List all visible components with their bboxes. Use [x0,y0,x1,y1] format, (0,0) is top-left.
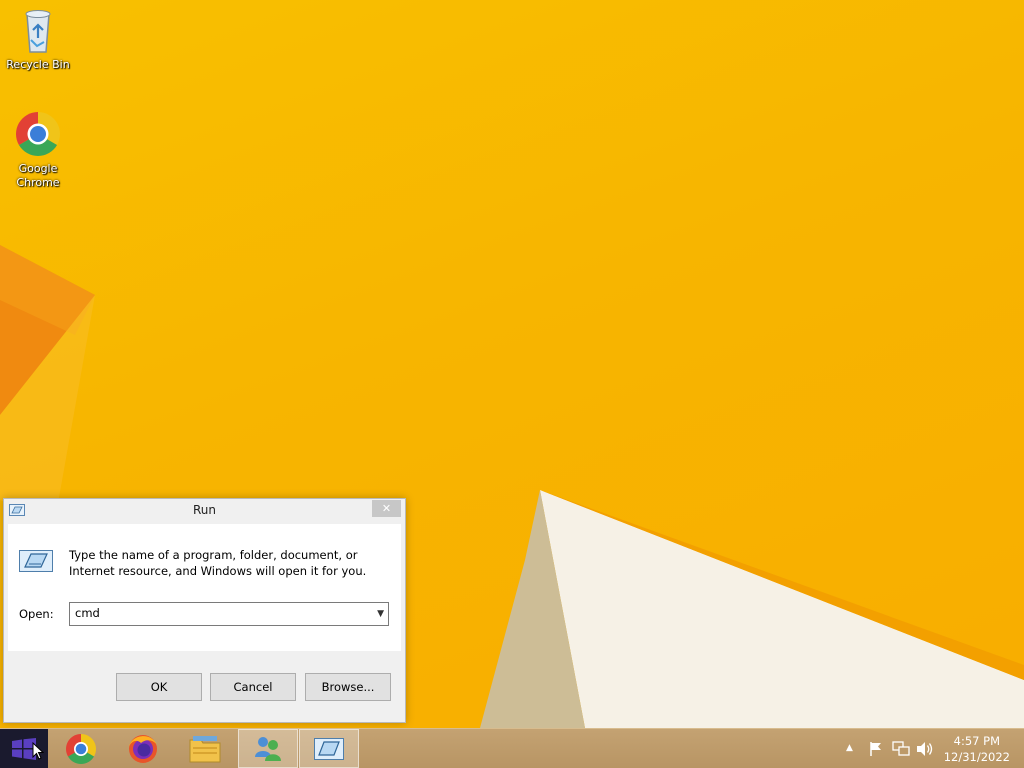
open-input[interactable] [75,606,365,620]
dialog-title: Run [192,503,216,517]
taskbar: ▲ 4:57 PM 12/31/2022 [0,728,1024,768]
cancel-button[interactable]: Cancel [210,673,296,701]
description-line: Internet resource, and Windows will open… [69,564,367,578]
dialog-content: Type the name of a program, folder, docu… [8,524,401,651]
clock-time: 4:57 PM [953,734,1001,748]
clock[interactable]: 4:57 PM 12/31/2022 [944,733,1010,765]
run-dialog: Run ✕ Type the name of a program, folder… [3,498,406,723]
run-icon [19,550,53,572]
ok-button[interactable]: OK [116,673,202,701]
action-center-flag-icon[interactable] [868,741,884,757]
start-button[interactable] [0,729,48,768]
desktop-icon-label-line: Google [18,162,58,175]
dialog-description: Type the name of a program, folder, docu… [69,547,389,579]
description-line: Type the name of a program, folder, docu… [69,548,358,562]
taskbar-item-file-explorer[interactable] [175,729,235,768]
taskbar-item-firefox[interactable] [113,729,173,768]
chrome-icon [66,734,96,764]
run-icon [314,738,344,760]
volume-icon[interactable] [916,741,934,757]
network-users-icon [255,737,281,761]
desktop-icon-google-chrome[interactable]: Google Chrome [0,110,76,190]
chevron-down-icon[interactable]: ▼ [377,609,384,619]
file-explorer-icon [189,736,221,763]
taskbar-item-chrome[interactable] [51,729,111,768]
desktop-icon-recycle-bin[interactable]: Recycle Bin [0,6,76,72]
open-combobox[interactable]: ▼ [69,602,389,626]
title-bar[interactable]: Run ✕ [4,499,405,522]
chevron-up-icon[interactable]: ▲ [846,743,853,753]
close-icon: ✕ [381,502,392,515]
chrome-icon [16,112,60,156]
mouse-cursor-icon [32,742,44,760]
desktop-icon-label: Recycle Bin [6,58,70,71]
browse-button[interactable]: Browse... [305,673,391,701]
open-label: Open: [19,607,54,621]
clock-date: 12/31/2022 [943,750,1010,764]
firefox-icon [129,735,157,763]
taskbar-item-run[interactable] [299,729,359,768]
recycle-bin-icon [25,10,51,53]
desktop-icon-label-line: Chrome [16,176,60,189]
taskbar-item-network-users[interactable] [238,729,298,768]
network-icon[interactable] [892,741,910,757]
close-button[interactable]: ✕ [372,500,401,517]
